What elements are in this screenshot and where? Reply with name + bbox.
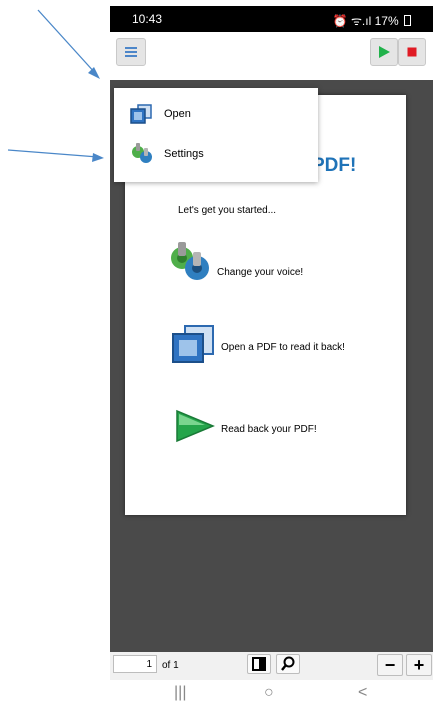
battery-percent: 17% [374,14,399,28]
stop-button[interactable] [398,38,426,66]
item-open-pdf: Open a PDF to read it back! [221,342,345,353]
status-icons: ⏰ ᯤ.ıl [332,14,372,28]
menu-item-open[interactable]: Open [114,96,318,136]
panel-icon [252,657,266,671]
search-button[interactable] [276,654,300,674]
voice-gears-icon [171,242,209,280]
menu-button[interactable] [116,38,146,66]
phone-screen: 10:43 ⏰ ᯤ.ıl 17% roPDF! Let's get you st… [110,6,433,708]
settings-gears-icon [132,143,152,163]
page-number-input[interactable]: 1 [113,655,157,673]
zoom-in-button[interactable]: + [406,654,432,676]
menu-item-open-label: Open [164,108,191,120]
zoom-out-button[interactable]: − [377,654,403,676]
home-button[interactable]: ○ [264,684,274,702]
page-subtitle: Let's get you started... [178,205,277,216]
battery-icon [404,15,411,26]
toolbar [110,32,433,80]
open-folder-icon [130,104,152,124]
play-icon [379,46,390,58]
annotation-arrowhead-settings [92,153,104,162]
dropdown-menu: Open Settings [114,88,318,182]
page-layout-button[interactable] [247,654,271,674]
back-button[interactable]: < [358,684,367,702]
bottom-toolbar: 1 of 1 − + [110,652,433,680]
annotation-arrow-menu [37,9,97,75]
item-change-voice: Change your voice! [217,267,304,278]
status-bar: 10:43 ⏰ ᯤ.ıl 17% [110,6,433,32]
item-read-back: Read back your PDF! [221,424,317,435]
status-time: 10:43 [132,12,163,26]
stop-icon [407,47,417,57]
play-button[interactable] [370,38,398,66]
recents-button[interactable]: ||| [174,684,186,702]
menu-item-settings[interactable]: Settings [114,136,318,176]
annotation-arrow-settings [7,149,99,158]
page-total: of 1 [162,660,179,671]
navigation-bar: ||| ○ < [110,680,433,708]
annotation-arrowhead-menu [88,67,100,79]
read-back-play-icon [176,409,215,443]
open-pdf-icon [172,325,214,363]
status-indicators: ⏰ ᯤ.ıl 17% [333,12,411,29]
search-icon [281,656,295,671]
menu-item-settings-label: Settings [164,148,204,160]
